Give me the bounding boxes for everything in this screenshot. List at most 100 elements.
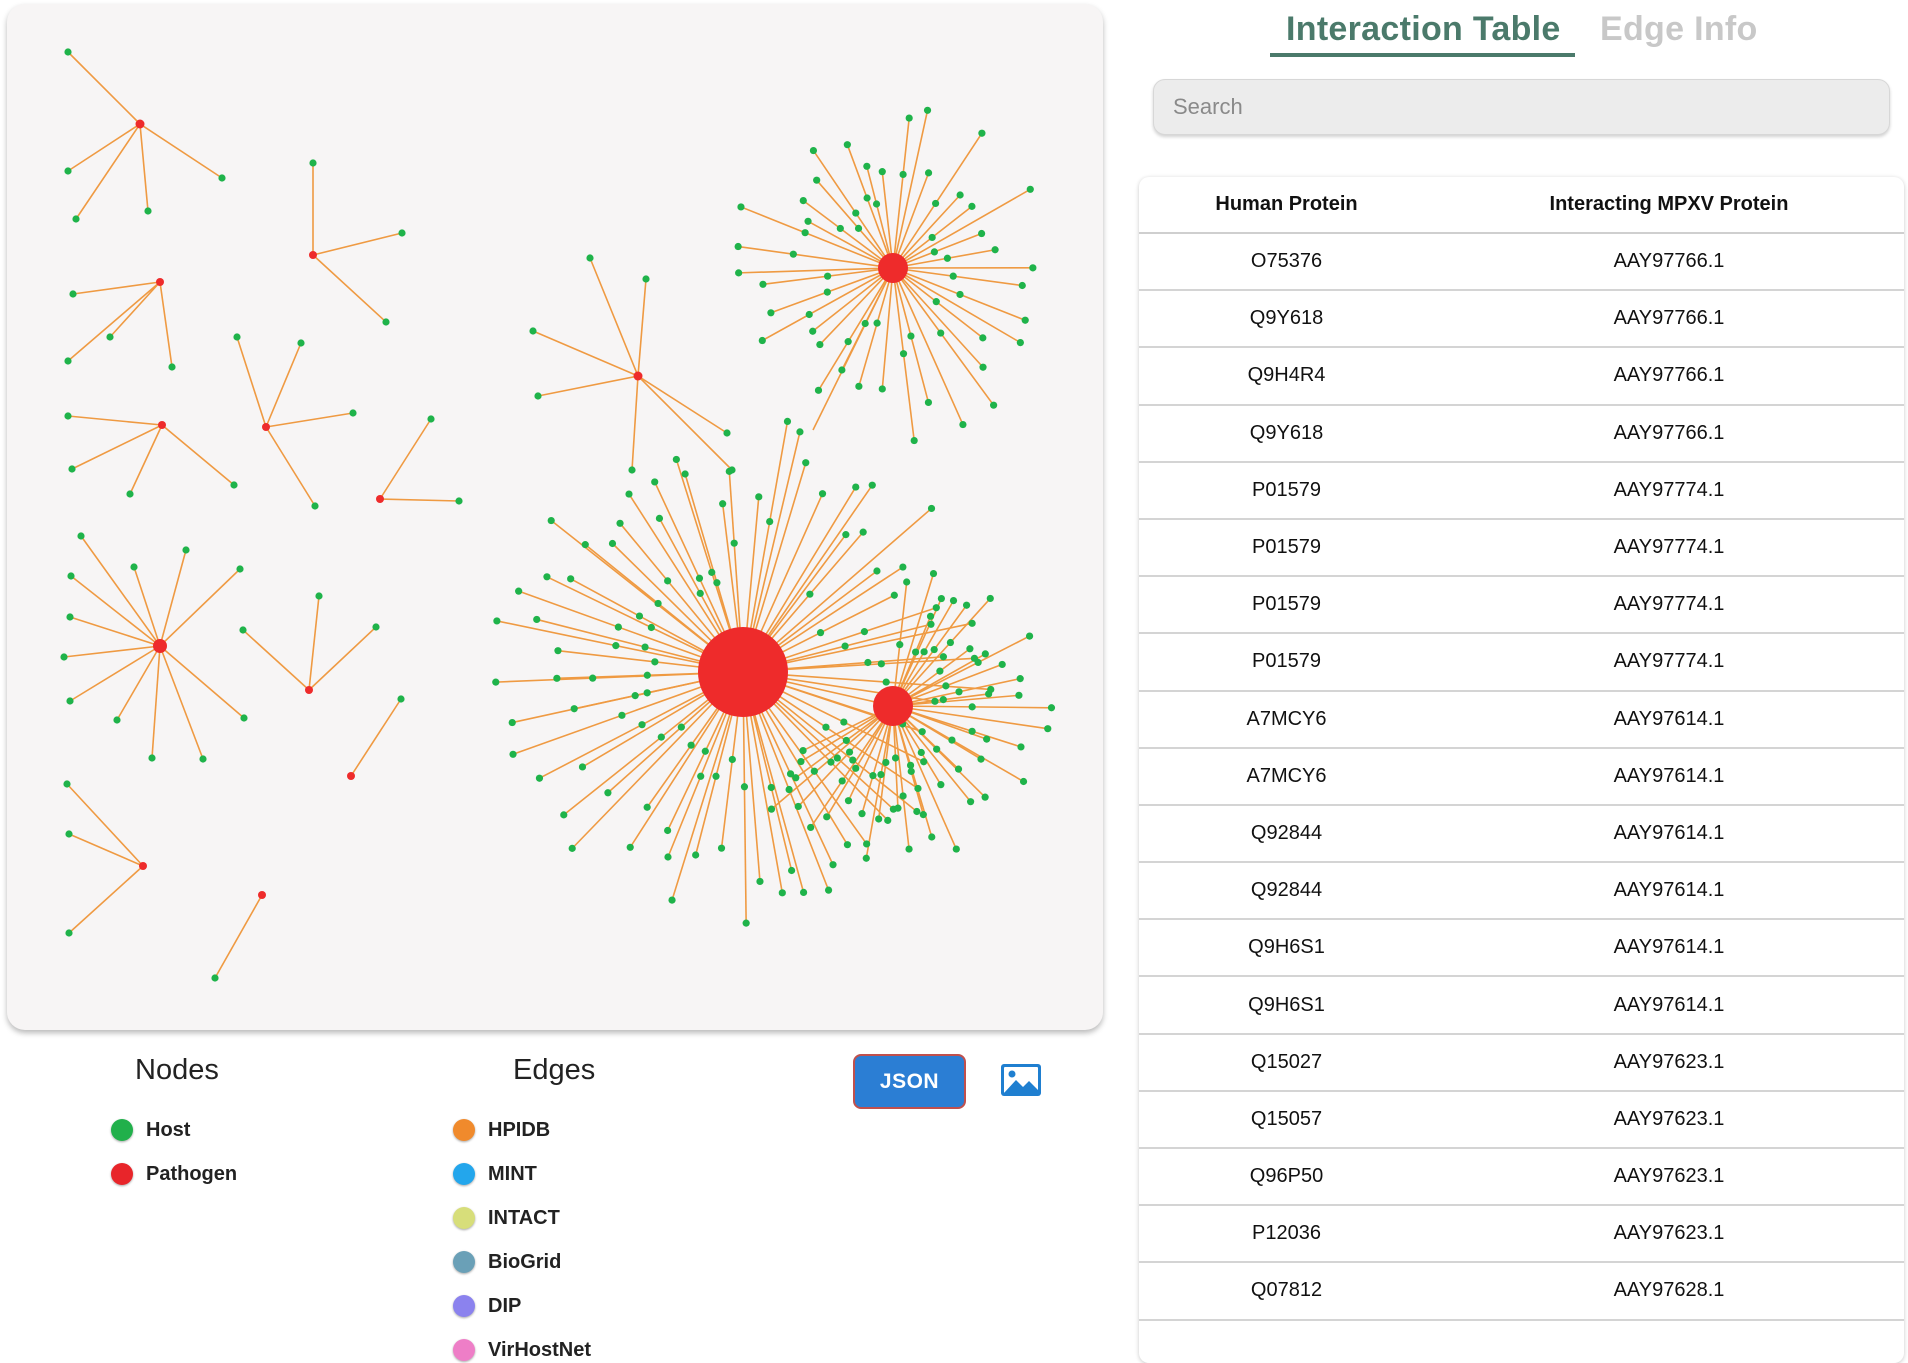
host-node[interactable] bbox=[767, 805, 776, 813]
host-node[interactable] bbox=[1016, 338, 1024, 347]
host-node[interactable] bbox=[930, 645, 938, 654]
host-node[interactable] bbox=[1021, 316, 1029, 324]
interaction-edge[interactable] bbox=[68, 833, 144, 867]
host-node[interactable] bbox=[977, 755, 985, 763]
host-node[interactable] bbox=[654, 599, 662, 608]
host-node[interactable] bbox=[1017, 743, 1025, 751]
host-node[interactable] bbox=[864, 658, 872, 667]
host-node[interactable] bbox=[872, 200, 881, 208]
host-node[interactable] bbox=[635, 612, 644, 620]
interaction-edge[interactable] bbox=[265, 426, 316, 507]
host-node[interactable] bbox=[878, 168, 886, 176]
interaction-edge[interactable] bbox=[817, 267, 894, 391]
host-node[interactable] bbox=[72, 215, 80, 223]
host-node[interactable] bbox=[979, 334, 987, 342]
table-row[interactable]: P01579 AAY97774.1 bbox=[1139, 463, 1904, 520]
host-node[interactable] bbox=[767, 309, 775, 317]
host-node[interactable] bbox=[182, 546, 190, 554]
pathogen-node[interactable] bbox=[878, 253, 908, 283]
interaction-edge[interactable] bbox=[159, 281, 173, 368]
host-node[interactable] bbox=[985, 690, 993, 698]
host-node[interactable] bbox=[932, 298, 940, 306]
interaction-edge[interactable] bbox=[69, 616, 161, 647]
host-node[interactable] bbox=[586, 254, 594, 262]
host-node[interactable] bbox=[792, 774, 800, 782]
host-node[interactable] bbox=[168, 363, 176, 371]
json-export-button[interactable]: JSON bbox=[853, 1054, 966, 1109]
interaction-edge[interactable] bbox=[637, 278, 647, 377]
host-node[interactable] bbox=[708, 568, 716, 576]
host-node[interactable] bbox=[928, 233, 936, 242]
host-node[interactable] bbox=[861, 319, 869, 328]
host-node[interactable] bbox=[311, 502, 319, 510]
host-node[interactable] bbox=[809, 327, 817, 335]
host-node[interactable] bbox=[144, 207, 152, 215]
host-node[interactable] bbox=[844, 338, 852, 346]
host-node[interactable] bbox=[959, 420, 967, 429]
host-node[interactable] bbox=[643, 803, 651, 811]
host-node[interactable] bbox=[816, 629, 825, 637]
host-node[interactable] bbox=[986, 594, 994, 603]
host-node[interactable] bbox=[113, 716, 121, 724]
host-node[interactable] bbox=[927, 620, 935, 628]
interaction-edge[interactable] bbox=[312, 254, 387, 323]
host-node[interactable] bbox=[515, 587, 523, 595]
host-node[interactable] bbox=[534, 392, 542, 400]
host-node[interactable] bbox=[978, 129, 986, 137]
interaction-edge[interactable] bbox=[892, 267, 1021, 344]
host-node[interactable] bbox=[723, 429, 731, 437]
table-row[interactable]: Q96P50 AAY97623.1 bbox=[1139, 1149, 1904, 1207]
table-row[interactable]: Q15057 AAY97623.1 bbox=[1139, 1092, 1904, 1149]
host-node[interactable] bbox=[968, 619, 976, 627]
host-node[interactable] bbox=[778, 889, 786, 897]
host-node[interactable] bbox=[1047, 704, 1056, 712]
interaction-edge[interactable] bbox=[139, 123, 223, 179]
host-node[interactable] bbox=[64, 167, 72, 175]
host-node[interactable] bbox=[554, 647, 562, 655]
host-node[interactable] bbox=[1025, 632, 1034, 640]
host-node[interactable] bbox=[998, 660, 1006, 669]
host-node[interactable] bbox=[60, 653, 68, 661]
host-node[interactable] bbox=[787, 866, 796, 875]
host-node[interactable] bbox=[63, 780, 71, 788]
host-node[interactable] bbox=[899, 563, 907, 571]
table-row[interactable]: P12036 AAY97623.1 bbox=[1139, 1206, 1904, 1264]
host-node[interactable] bbox=[924, 169, 933, 177]
host-node[interactable] bbox=[816, 340, 824, 349]
host-node[interactable] bbox=[672, 455, 680, 464]
host-node[interactable] bbox=[614, 623, 622, 631]
host-node[interactable] bbox=[858, 810, 866, 818]
interaction-edge[interactable] bbox=[379, 418, 432, 500]
host-node[interactable] bbox=[64, 357, 72, 365]
host-node[interactable] bbox=[924, 398, 933, 407]
host-node[interactable] bbox=[891, 754, 900, 762]
host-node[interactable] bbox=[1015, 691, 1023, 699]
host-node[interactable] bbox=[66, 697, 74, 705]
host-node[interactable] bbox=[535, 774, 544, 782]
interaction-edge[interactable] bbox=[379, 498, 460, 502]
host-node[interactable] bbox=[981, 650, 989, 658]
host-node[interactable] bbox=[896, 641, 904, 649]
host-node[interactable] bbox=[767, 783, 775, 792]
pathogen-node[interactable] bbox=[873, 686, 913, 726]
host-node[interactable] bbox=[875, 815, 883, 823]
interaction-edge[interactable] bbox=[68, 865, 144, 934]
host-node[interactable] bbox=[349, 409, 357, 417]
host-node[interactable] bbox=[827, 758, 835, 766]
host-node[interactable] bbox=[836, 224, 844, 233]
host-node[interactable] bbox=[843, 841, 852, 849]
host-node[interactable] bbox=[509, 750, 517, 758]
host-node[interactable] bbox=[937, 594, 945, 603]
host-node[interactable] bbox=[547, 516, 555, 525]
host-node[interactable] bbox=[937, 781, 945, 789]
host-node[interactable] bbox=[968, 202, 976, 210]
host-node[interactable] bbox=[567, 575, 575, 583]
host-node[interactable] bbox=[717, 844, 726, 852]
host-node[interactable] bbox=[616, 519, 624, 527]
host-node[interactable] bbox=[991, 246, 999, 254]
host-node[interactable] bbox=[1044, 725, 1052, 733]
host-node[interactable] bbox=[533, 615, 541, 624]
host-node[interactable] bbox=[882, 678, 890, 686]
host-node[interactable] bbox=[913, 807, 921, 816]
host-node[interactable] bbox=[589, 674, 597, 682]
